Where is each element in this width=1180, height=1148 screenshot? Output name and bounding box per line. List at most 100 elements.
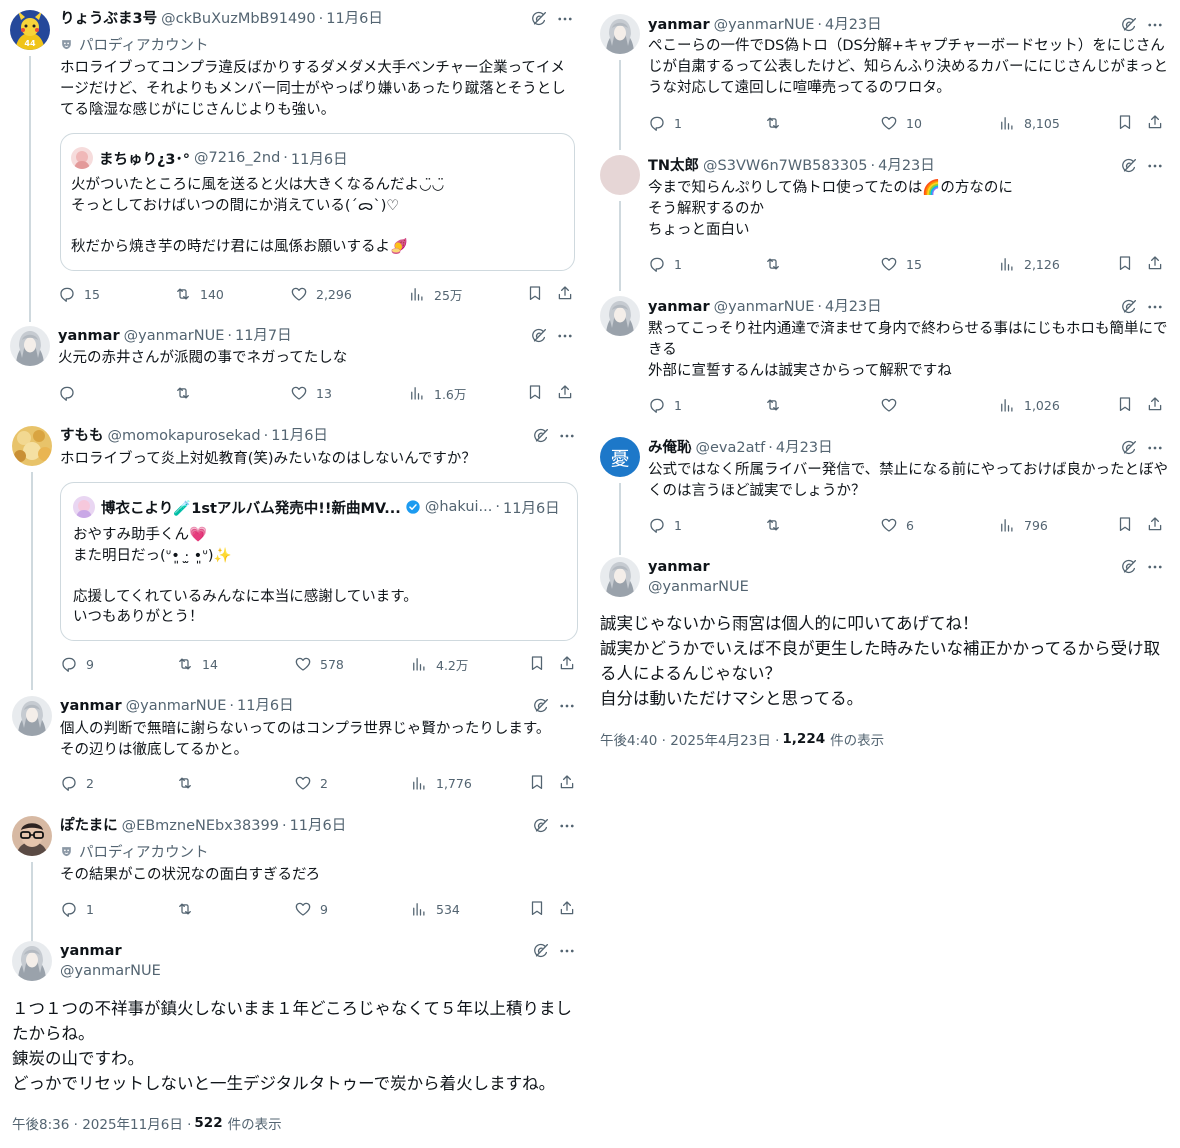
grok-icon[interactable] xyxy=(1120,558,1138,576)
avatar[interactable] xyxy=(12,816,52,856)
reply-button[interactable]: 1 xyxy=(648,515,682,535)
share-icon[interactable] xyxy=(558,773,576,791)
like-button[interactable]: 13 xyxy=(290,383,332,403)
avatar[interactable] xyxy=(600,557,640,597)
grok-icon[interactable] xyxy=(532,817,550,835)
grok-icon[interactable] xyxy=(532,697,550,715)
views-button[interactable]: 534 xyxy=(410,899,460,919)
grok-icon[interactable] xyxy=(1120,157,1138,175)
post-right-1[interactable]: yanmar @yanmarNUE · 4月23日 ぺこーらの一件でDS偽トロ（… xyxy=(590,0,1180,150)
bookmark-icon[interactable] xyxy=(526,383,544,401)
user-handle[interactable]: @EBmzneNEbx38399 xyxy=(122,816,279,836)
like-button[interactable]: 15 xyxy=(880,254,922,274)
more-options-icon[interactable] xyxy=(558,427,576,445)
bookmark-icon[interactable] xyxy=(528,654,546,672)
user-handle[interactable]: @S3VW6n7WB583305 xyxy=(703,156,867,176)
user-handle[interactable]: @yanmarNUE xyxy=(714,297,815,317)
timestamp-text[interactable]: 午後8:36 · 2025年11月6日 · xyxy=(12,1113,191,1133)
display-name[interactable]: み俺恥 xyxy=(648,438,692,458)
post-left-5[interactable]: ぽたまに @EBmzneNEbx38399 · 11月6日 パロディアカウント … xyxy=(0,810,590,942)
share-icon[interactable] xyxy=(1146,113,1164,131)
repost-button[interactable] xyxy=(176,899,202,919)
post-date[interactable]: 4月23日 xyxy=(878,156,935,176)
grok-icon[interactable] xyxy=(530,10,548,28)
post-left-3[interactable]: すもも @momokapurosekad · 11月6日 ホロライブって炎上対処… xyxy=(0,420,590,690)
avatar[interactable]: 44 xyxy=(10,10,50,50)
avatar[interactable] xyxy=(12,941,52,981)
avatar[interactable] xyxy=(12,426,52,466)
views-button[interactable]: 8,105 xyxy=(998,113,1060,133)
bookmark-icon[interactable] xyxy=(1116,254,1134,272)
display-name[interactable]: ぽたまに xyxy=(60,816,118,836)
share-icon[interactable] xyxy=(556,284,574,302)
grok-icon[interactable] xyxy=(1120,16,1138,34)
more-options-icon[interactable] xyxy=(558,817,576,835)
post-date[interactable]: 4月23日 xyxy=(825,297,882,317)
views-button[interactable]: 25万 xyxy=(408,284,462,304)
grok-icon[interactable] xyxy=(1120,439,1138,457)
repost-button[interactable] xyxy=(764,515,790,535)
repost-button[interactable] xyxy=(764,254,790,274)
avatar[interactable] xyxy=(600,14,640,54)
user-handle[interactable]: @yanmarNUE xyxy=(648,577,749,597)
post-date[interactable]: 11月6日 xyxy=(326,9,383,29)
bookmark-icon[interactable] xyxy=(526,284,544,302)
more-options-icon[interactable] xyxy=(1146,439,1164,457)
more-options-icon[interactable] xyxy=(1146,558,1164,576)
grok-icon[interactable] xyxy=(1120,298,1138,316)
display-name[interactable]: TN太郎 xyxy=(648,156,699,176)
repost-button[interactable]: 140 xyxy=(174,284,224,304)
views-button[interactable]: 1,026 xyxy=(998,395,1060,415)
repost-button[interactable]: 14 xyxy=(176,654,218,674)
like-button[interactable] xyxy=(880,395,906,415)
share-icon[interactable] xyxy=(558,899,576,917)
like-button[interactable]: 10 xyxy=(880,113,922,133)
display-name[interactable]: yanmar xyxy=(648,15,710,35)
avatar[interactable] xyxy=(600,296,640,336)
bookmark-icon[interactable] xyxy=(1116,113,1134,131)
like-button[interactable]: 2 xyxy=(294,773,328,793)
views-button[interactable]: 2,126 xyxy=(998,254,1060,274)
reply-button[interactable]: 1 xyxy=(648,254,682,274)
bookmark-icon[interactable] xyxy=(1116,395,1134,413)
user-handle[interactable]: @yanmarNUE xyxy=(60,961,161,981)
share-icon[interactable] xyxy=(1146,515,1164,533)
bookmark-icon[interactable] xyxy=(1116,515,1134,533)
like-button[interactable]: 578 xyxy=(294,654,344,674)
display-name[interactable]: yanmar xyxy=(648,557,710,577)
more-options-icon[interactable] xyxy=(1146,157,1164,175)
reply-button[interactable]: 1 xyxy=(648,113,682,133)
display-name[interactable]: yanmar xyxy=(60,696,122,716)
post-left-4[interactable]: yanmar @yanmarNUE · 11月6日 個人の判断で無暗に謝らないっ… xyxy=(0,690,590,810)
user-handle[interactable]: @ckBuXuzMbB91490 xyxy=(161,9,316,29)
post-left-2[interactable]: yanmar @yanmarNUE · 11月7日 火元の赤井さんが派閥の事でネ… xyxy=(0,320,590,420)
post-date[interactable]: 11月7日 xyxy=(235,326,292,346)
user-handle[interactable]: @momokapurosekad xyxy=(108,426,261,446)
avatar[interactable] xyxy=(12,696,52,736)
reply-button[interactable]: 9 xyxy=(60,654,94,674)
post-left-1[interactable]: 44 りょうぶま3号 @ckBuXuzMbB91490 · 11月6日 パロディ… xyxy=(0,0,590,322)
grok-icon[interactable] xyxy=(532,942,550,960)
reply-button[interactable]: 1 xyxy=(648,395,682,415)
views-button[interactable]: 4.2万 xyxy=(410,654,468,674)
share-icon[interactable] xyxy=(1146,254,1164,272)
avatar[interactable]: 憂 xyxy=(600,437,640,477)
reply-button[interactable]: 15 xyxy=(58,284,100,304)
display-name[interactable]: yanmar xyxy=(58,326,120,346)
bookmark-icon[interactable] xyxy=(528,773,546,791)
display-name[interactable]: りょうぶま3号 xyxy=(60,9,157,29)
views-button[interactable]: 796 xyxy=(998,515,1048,535)
grok-icon[interactable] xyxy=(530,327,548,345)
views-button[interactable]: 1,776 xyxy=(410,773,472,793)
repost-button[interactable] xyxy=(176,773,202,793)
post-right-2[interactable]: TN太郎 @S3VW6n7WB583305 · 4月23日 今まで知らんぷりして… xyxy=(590,148,1180,291)
share-icon[interactable] xyxy=(556,383,574,401)
display-name[interactable]: すもも xyxy=(60,426,104,446)
like-button[interactable]: 2,296 xyxy=(290,284,352,304)
post-date[interactable]: 4月23日 xyxy=(776,438,833,458)
user-handle[interactable]: @yanmarNUE xyxy=(126,696,227,716)
avatar[interactable] xyxy=(10,326,50,366)
share-icon[interactable] xyxy=(558,654,576,672)
reply-button[interactable]: 1 xyxy=(60,899,94,919)
more-options-icon[interactable] xyxy=(1146,298,1164,316)
